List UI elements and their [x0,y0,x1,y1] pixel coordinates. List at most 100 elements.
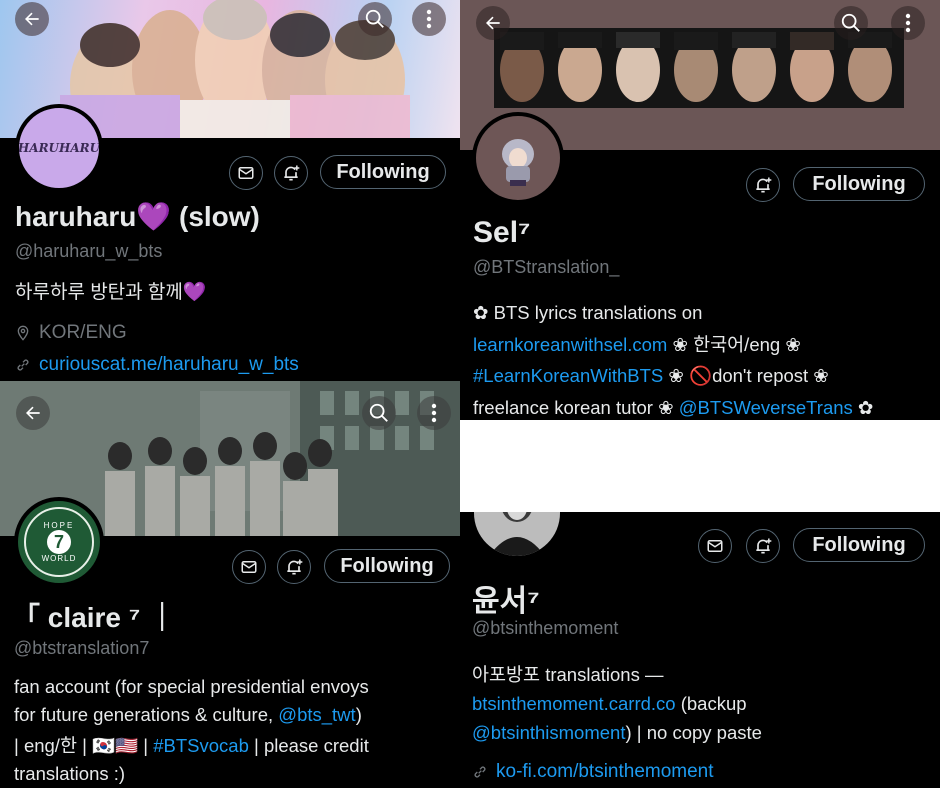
profile-url-text[interactable]: curiouscat.me/haruharu_w_bts [39,354,299,376]
panel-separator [460,420,940,512]
display-name: Sel⁷ [473,216,531,249]
notify-button[interactable] [746,529,780,563]
back-arrow-icon [486,16,500,30]
bio-line: learnkoreanwithsel.com ❀ 한국어/eng ❀ [473,329,938,361]
display-name: 「 claire ⁷ ｜ [12,602,177,633]
following-button[interactable]: Following [320,155,446,189]
search-button[interactable] [834,6,868,40]
bell-plus-icon [756,177,772,193]
display-name: 윤서⁷ [472,585,540,618]
bio-link-hashtag[interactable]: #LearnKoreanWithBTS [473,365,663,386]
bio-text: (backup [675,693,747,714]
more-vertical-icon [905,13,911,33]
following-button[interactable]: Following [793,167,925,201]
back-button[interactable] [16,396,50,430]
back-button[interactable] [476,6,510,40]
bio-line: for future generations & culture, @bts_t… [14,701,454,729]
avatar-chibi-illustration [502,139,534,186]
avatar[interactable]: HARUHARU [15,104,103,192]
bio-text: ❀ 한국어/eng ❀ [667,333,801,355]
bio: fan account (for special presidential en… [14,673,454,788]
more-vertical-icon [431,403,437,423]
link-icon [474,766,486,778]
bio-line: btsinthemoment.carrd.co (backup [472,689,932,718]
bio-line: @btsinthismoment) | no copy paste [472,718,932,747]
location: KOR/ENG [15,322,127,344]
location-text: KOR/ENG [39,322,127,343]
bio-text: | please credit [248,735,369,756]
following-button[interactable]: Following [793,528,925,562]
search-icon [369,403,388,422]
profile-url-text[interactable]: ko-fi.com/btsinthemoment [496,761,714,783]
profile-url[interactable]: ko-fi.com/btsinthemoment [472,761,714,783]
more-button[interactable] [417,396,451,430]
mail-icon [241,561,257,573]
message-button[interactable] [698,529,732,563]
bio-line: ✿ BTS lyrics translations on [473,302,703,323]
bio-text: freelance korean tutor ❀ [473,396,679,418]
bio-line: fan account (for special presidential en… [14,676,369,697]
user-handle: @haruharu_w_bts [15,241,163,261]
bio-line: translations :) [14,763,126,784]
bio-line: #LearnKoreanWithBTS ❀ 🚫don't repost ❀ [473,360,938,392]
link-icon [17,359,29,371]
profile-panel-sel: Following Sel⁷ @BTStranslation_ ✿ BTS ly… [460,0,940,420]
bio-link-mention[interactable]: @BTSWeverseTrans [679,397,853,418]
bio-link-mention[interactable]: @bts_twt [278,704,355,725]
notify-button[interactable] [746,168,780,202]
profile-panel-yunseo: Following 윤서⁷ @btsinthemoment 아포방포 trans… [460,512,940,788]
bio-line: | eng/한 | 🇰🇷🇺🇸 | #BTSvocab | please cred… [14,732,454,760]
avatar-text-top: HOPE [43,521,75,530]
mail-icon [238,167,254,179]
avatar-text-bottom: WORLD [41,554,77,563]
bio-link-website[interactable]: learnkoreanwithsel.com [473,334,667,355]
avatar-photo [474,512,560,556]
notify-button[interactable] [277,550,311,584]
bio-line: freelance korean tutor ❀ @BTSWeverseTran… [473,392,938,421]
avatar-text-number: 7 [47,530,71,554]
profile-panel-claire: HOPE 7 WORLD Following 「 claire ⁷ ｜ @bts… [0,381,460,788]
more-button[interactable] [412,2,446,36]
avatar-logo-text: HARUHARU [17,141,101,155]
search-button[interactable] [358,2,392,36]
bio-text: ❀ 🚫don't repost ❀ [663,365,829,386]
avatar[interactable]: HOPE 7 WORLD [14,497,104,587]
user-handle: @btstranslation7 [14,638,150,658]
back-arrow-icon [26,406,40,420]
bio-link-website[interactable]: btsinthemoment.carrd.co [472,693,676,714]
display-name: haruharu💜 (slow) [15,201,260,232]
bio-text: for future generations & culture, [14,704,279,725]
message-button[interactable] [229,156,263,190]
user-handle: @BTStranslation_ [473,257,620,277]
profile-url[interactable]: curiouscat.me/haruharu_w_bts [15,354,299,376]
bio: ✿ BTS lyrics translations on learnkorean… [473,297,938,420]
search-icon [365,9,384,28]
bio-link-mention[interactable]: @btsinthismoment [472,722,625,743]
bio-line: 아포방포 translations — [472,664,664,685]
bell-plus-icon [756,538,772,554]
bell-plus-icon [284,165,300,181]
notify-button[interactable] [274,156,308,190]
more-vertical-icon [426,9,432,29]
avatar-badge: HOPE 7 WORLD [24,507,94,577]
back-button[interactable] [15,2,49,36]
search-button[interactable] [362,396,396,430]
more-button[interactable] [891,6,925,40]
bio: 하루하루 방탄과 함께💜 [15,282,207,303]
bell-plus-icon [287,559,303,575]
search-icon [841,13,860,32]
avatar[interactable] [472,112,564,204]
bio-link-hashtag[interactable]: #BTSvocab [153,735,249,756]
avatar[interactable] [470,512,564,560]
bio-text: ) [355,704,362,725]
bio-text: ) | no copy paste [625,722,762,743]
mail-icon [707,540,723,552]
profile-panel-haruharu: HARUHARU Following haruharu💜 (slow) @har… [0,0,460,381]
following-button[interactable]: Following [324,549,450,583]
user-handle: @btsinthemoment [472,618,619,638]
bio: 아포방포 translations — btsinthemoment.carrd… [472,660,932,747]
back-arrow-icon [25,12,39,26]
message-button[interactable] [232,550,266,584]
bio-text: ✿ [852,396,874,418]
bio-text: | eng/한 | 🇰🇷🇺🇸 | [14,735,154,756]
